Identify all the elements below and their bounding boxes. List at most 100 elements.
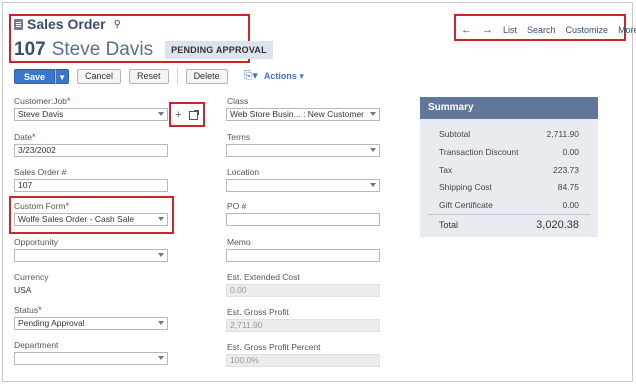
terms-label: Terms <box>227 132 250 142</box>
chevron-down-icon <box>158 321 164 325</box>
toolbar-divider <box>176 68 178 84</box>
actions-menu[interactable]: Actions ▾ <box>264 71 304 82</box>
class-label-text: Class <box>227 96 249 106</box>
class-label: Class <box>227 96 248 106</box>
status-value: Pending Approval <box>18 318 85 328</box>
summary-row: Subtotal 2,711.90 <box>439 129 579 139</box>
open-record-icon[interactable] <box>189 110 199 120</box>
sales-order-num-label-text: Sales Order # <box>14 167 67 177</box>
date-label: Date* <box>14 132 36 142</box>
est-extended-cost-value: 0.00 <box>230 285 247 295</box>
customer-job-select[interactable]: Steve Davis <box>14 108 168 121</box>
opportunity-label-text: Opportunity <box>14 237 58 247</box>
status-label-text: Status <box>14 305 39 315</box>
record-row: 107 Steve Davis PENDING APPROVAL <box>14 39 273 61</box>
summary-row-value: 84.75 <box>557 182 579 192</box>
sales-order-num-input[interactable]: 107 <box>14 179 168 192</box>
est-gross-profit-value: 2,711.90 <box>230 320 263 330</box>
terms-select[interactable] <box>226 144 380 157</box>
summary-row-label: Gift Certificate <box>439 200 493 210</box>
opportunity-select[interactable] <box>14 249 168 262</box>
location-select[interactable] <box>226 179 380 192</box>
record-name: Steve Davis <box>51 39 154 60</box>
delete-button[interactable]: Delete <box>185 68 228 84</box>
est-gross-profit-field: 2,711.90 <box>226 319 380 332</box>
summary-row-value: 0.00 <box>562 200 579 210</box>
nav-more-link[interactable]: More <box>618 25 636 35</box>
customer-job-label-text: Customer:Job <box>14 96 67 106</box>
nav-list-link[interactable]: List <box>503 25 517 35</box>
actions-label: Actions <box>263 70 297 81</box>
memo-input[interactable] <box>226 249 380 262</box>
customer-job-value: Steve Davis <box>18 109 64 119</box>
summary-total-label: Total <box>439 220 459 230</box>
est-gross-profit-percent-label: Est. Gross Profit Percent <box>227 342 321 352</box>
summary-row: Shipping Cost 84.75 <box>439 182 579 192</box>
status-select[interactable]: Pending Approval <box>14 317 168 330</box>
document-icon <box>14 18 23 30</box>
summary-row-label: Tax <box>439 165 453 175</box>
status-badge: PENDING APPROVAL <box>165 41 273 59</box>
custom-form-label: Custom Form* <box>14 201 69 211</box>
memo-label: Memo <box>227 237 251 247</box>
class-select[interactable]: Web Store Busin... : New Customer <box>226 108 380 121</box>
summary-row-value: 0.00 <box>562 147 579 157</box>
department-label: Department <box>14 340 58 350</box>
po-num-label: PO # <box>227 201 246 211</box>
save-button[interactable]: Save <box>14 68 56 84</box>
reset-button[interactable]: Reset <box>129 68 169 84</box>
est-extended-cost-field: 0.00 <box>226 284 380 297</box>
opportunity-label: Opportunity <box>14 237 58 247</box>
chevron-down-icon <box>370 183 376 187</box>
est-gross-profit-percent-field: 100.0% <box>226 354 380 367</box>
terms-label-text: Terms <box>227 132 251 142</box>
summary-row-label: Subtotal <box>439 129 471 139</box>
nav-customize-link[interactable]: Customize <box>566 25 609 35</box>
memo-label-text: Memo <box>227 237 251 247</box>
nav-search-link[interactable]: Search <box>527 25 556 35</box>
est-gross-profit-percent-value: 100.0% <box>230 355 259 365</box>
record-number: 107 <box>14 39 46 60</box>
location-label: Location <box>227 167 259 177</box>
summary-total-row: Total 3,020.38 <box>439 219 579 231</box>
plus-icon[interactable]: + <box>175 109 181 121</box>
summary-row-label: Transaction Discount <box>439 147 519 157</box>
title-row: Sales Order ⚲ <box>14 16 121 32</box>
summary-row-value: 223.73 <box>553 165 579 175</box>
arrow-right-icon[interactable]: → <box>482 24 493 36</box>
class-value: Web Store Busin... : New Customer <box>230 109 365 119</box>
custom-form-label-text: Custom Form <box>14 201 66 211</box>
cancel-button[interactable]: Cancel <box>77 68 122 84</box>
sales-order-num-value: 107 <box>18 180 33 190</box>
date-value: 3/23/2002 <box>18 145 56 155</box>
summary-row: Tax 223.73 <box>439 165 579 175</box>
record-nav: ← → List Search Customize More <box>461 24 636 36</box>
customer-job-label: Customer:Job* <box>14 96 71 106</box>
summary-title: Summary <box>420 97 598 119</box>
page-title: Sales Order <box>27 16 106 32</box>
summary-row: Transaction Discount 0.00 <box>439 147 579 157</box>
custom-form-select[interactable]: Wolfe Sales Order - Cash Sale <box>14 213 168 226</box>
po-num-label-text: PO # <box>227 201 247 211</box>
sales-order-num-label: Sales Order # <box>14 167 66 177</box>
print-icon[interactable]: ⎘▾ <box>244 69 258 83</box>
department-label-text: Department <box>14 340 59 350</box>
est-extended-cost-label-text: Est. Extended Cost <box>227 272 300 282</box>
search-icon[interactable]: ⚲ <box>114 19 121 30</box>
arrow-left-icon[interactable]: ← <box>461 24 472 36</box>
save-dropdown-button[interactable]: ▼ <box>55 68 70 84</box>
summary-row-value: 2,711.90 <box>546 129 579 139</box>
po-num-input[interactable] <box>226 213 380 226</box>
chevron-down-icon <box>370 148 376 152</box>
summary-panel: Summary Subtotal 2,711.90 Transaction Dis… <box>420 97 598 237</box>
currency-label-text: Currency <box>14 272 49 282</box>
currency-label: Currency <box>14 272 48 282</box>
date-label-text: Date <box>14 132 32 142</box>
toolbar: Save ▼ Cancel Reset Delete ⎘▾ Actions ▾ <box>14 68 304 84</box>
chevron-down-icon <box>158 253 164 257</box>
department-select[interactable] <box>14 352 168 365</box>
currency-value: USA <box>14 285 32 295</box>
location-label-text: Location <box>227 167 260 177</box>
date-input[interactable]: 3/23/2002 <box>14 144 168 157</box>
status-label: Status* <box>14 305 42 315</box>
